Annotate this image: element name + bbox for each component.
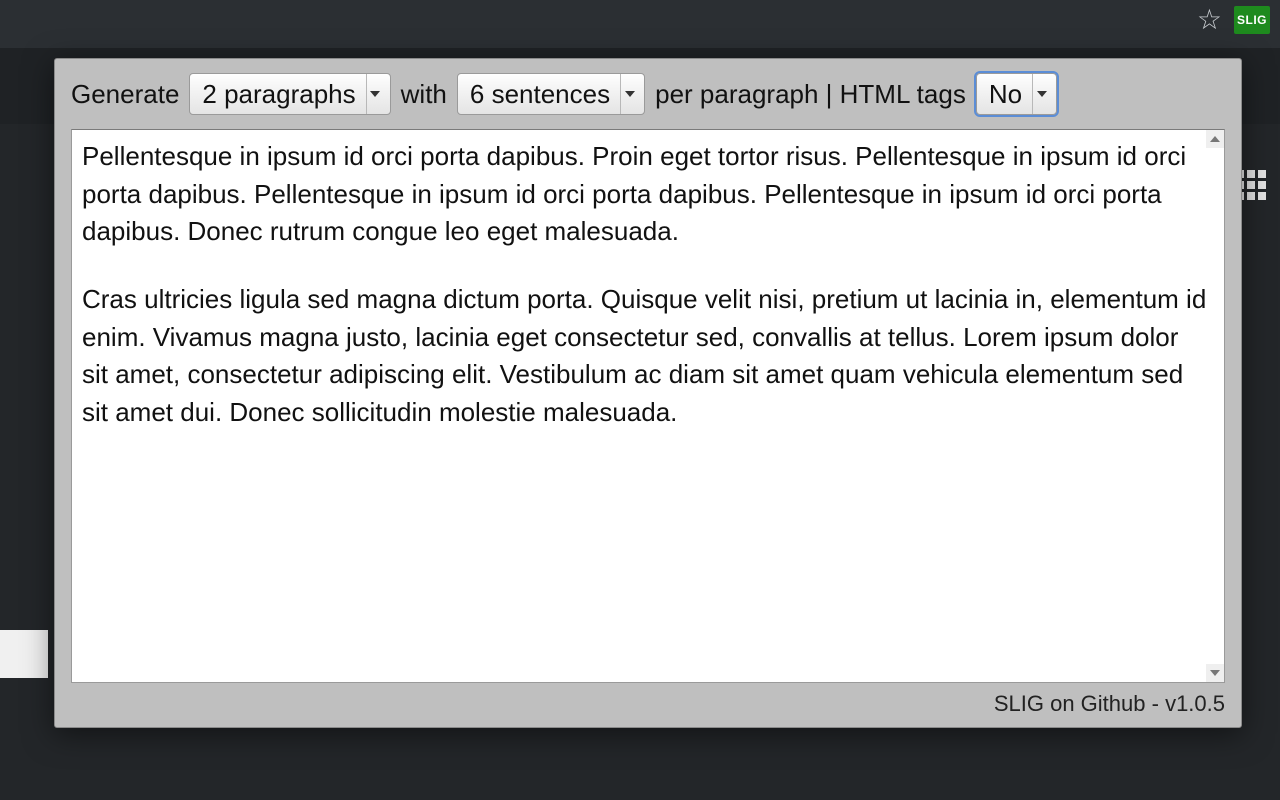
html-tags-value: No — [989, 79, 1022, 110]
output-paragraph: Pellentesque in ipsum id orci porta dapi… — [82, 138, 1210, 251]
output-paragraph: Cras ultricies ligula sed magna dictum p… — [82, 281, 1210, 432]
generate-label: Generate — [71, 79, 179, 110]
chevron-up-icon — [1210, 136, 1220, 142]
sentence-count-select[interactable]: 6 sentences — [457, 73, 645, 115]
chevron-down-icon — [366, 74, 384, 114]
per-paragraph-html-tags-label: per paragraph | HTML tags — [655, 79, 966, 110]
version-label: v1.0.5 — [1165, 691, 1225, 716]
bookmark-star-icon[interactable]: ☆ — [1197, 6, 1222, 34]
browser-toolbar: ☆ SLIG — [0, 0, 1280, 48]
background-element — [0, 630, 48, 678]
chevron-down-icon — [620, 74, 638, 114]
controls-row: Generate 2 paragraphs with 6 sentences p… — [71, 73, 1225, 115]
scroll-up-button[interactable] — [1206, 130, 1224, 148]
extension-badge-slig[interactable]: SLIG — [1234, 6, 1270, 34]
chevron-down-icon — [1032, 74, 1050, 114]
sentence-count-value: 6 sentences — [470, 79, 610, 110]
with-label: with — [401, 79, 447, 110]
paragraph-count-select[interactable]: 2 paragraphs — [189, 73, 390, 115]
github-link[interactable]: SLIG on Github — [994, 691, 1146, 716]
html-tags-select[interactable]: No — [976, 73, 1057, 115]
slig-popup: Generate 2 paragraphs with 6 sentences p… — [54, 58, 1242, 728]
scroll-down-button[interactable] — [1206, 664, 1224, 682]
footer-separator: - — [1146, 691, 1166, 716]
popup-footer: SLIG on Github - v1.0.5 — [71, 683, 1225, 717]
paragraph-count-value: 2 paragraphs — [202, 79, 355, 110]
chevron-down-icon — [1210, 670, 1220, 676]
output-textarea[interactable]: Pellentesque in ipsum id orci porta dapi… — [71, 129, 1225, 683]
